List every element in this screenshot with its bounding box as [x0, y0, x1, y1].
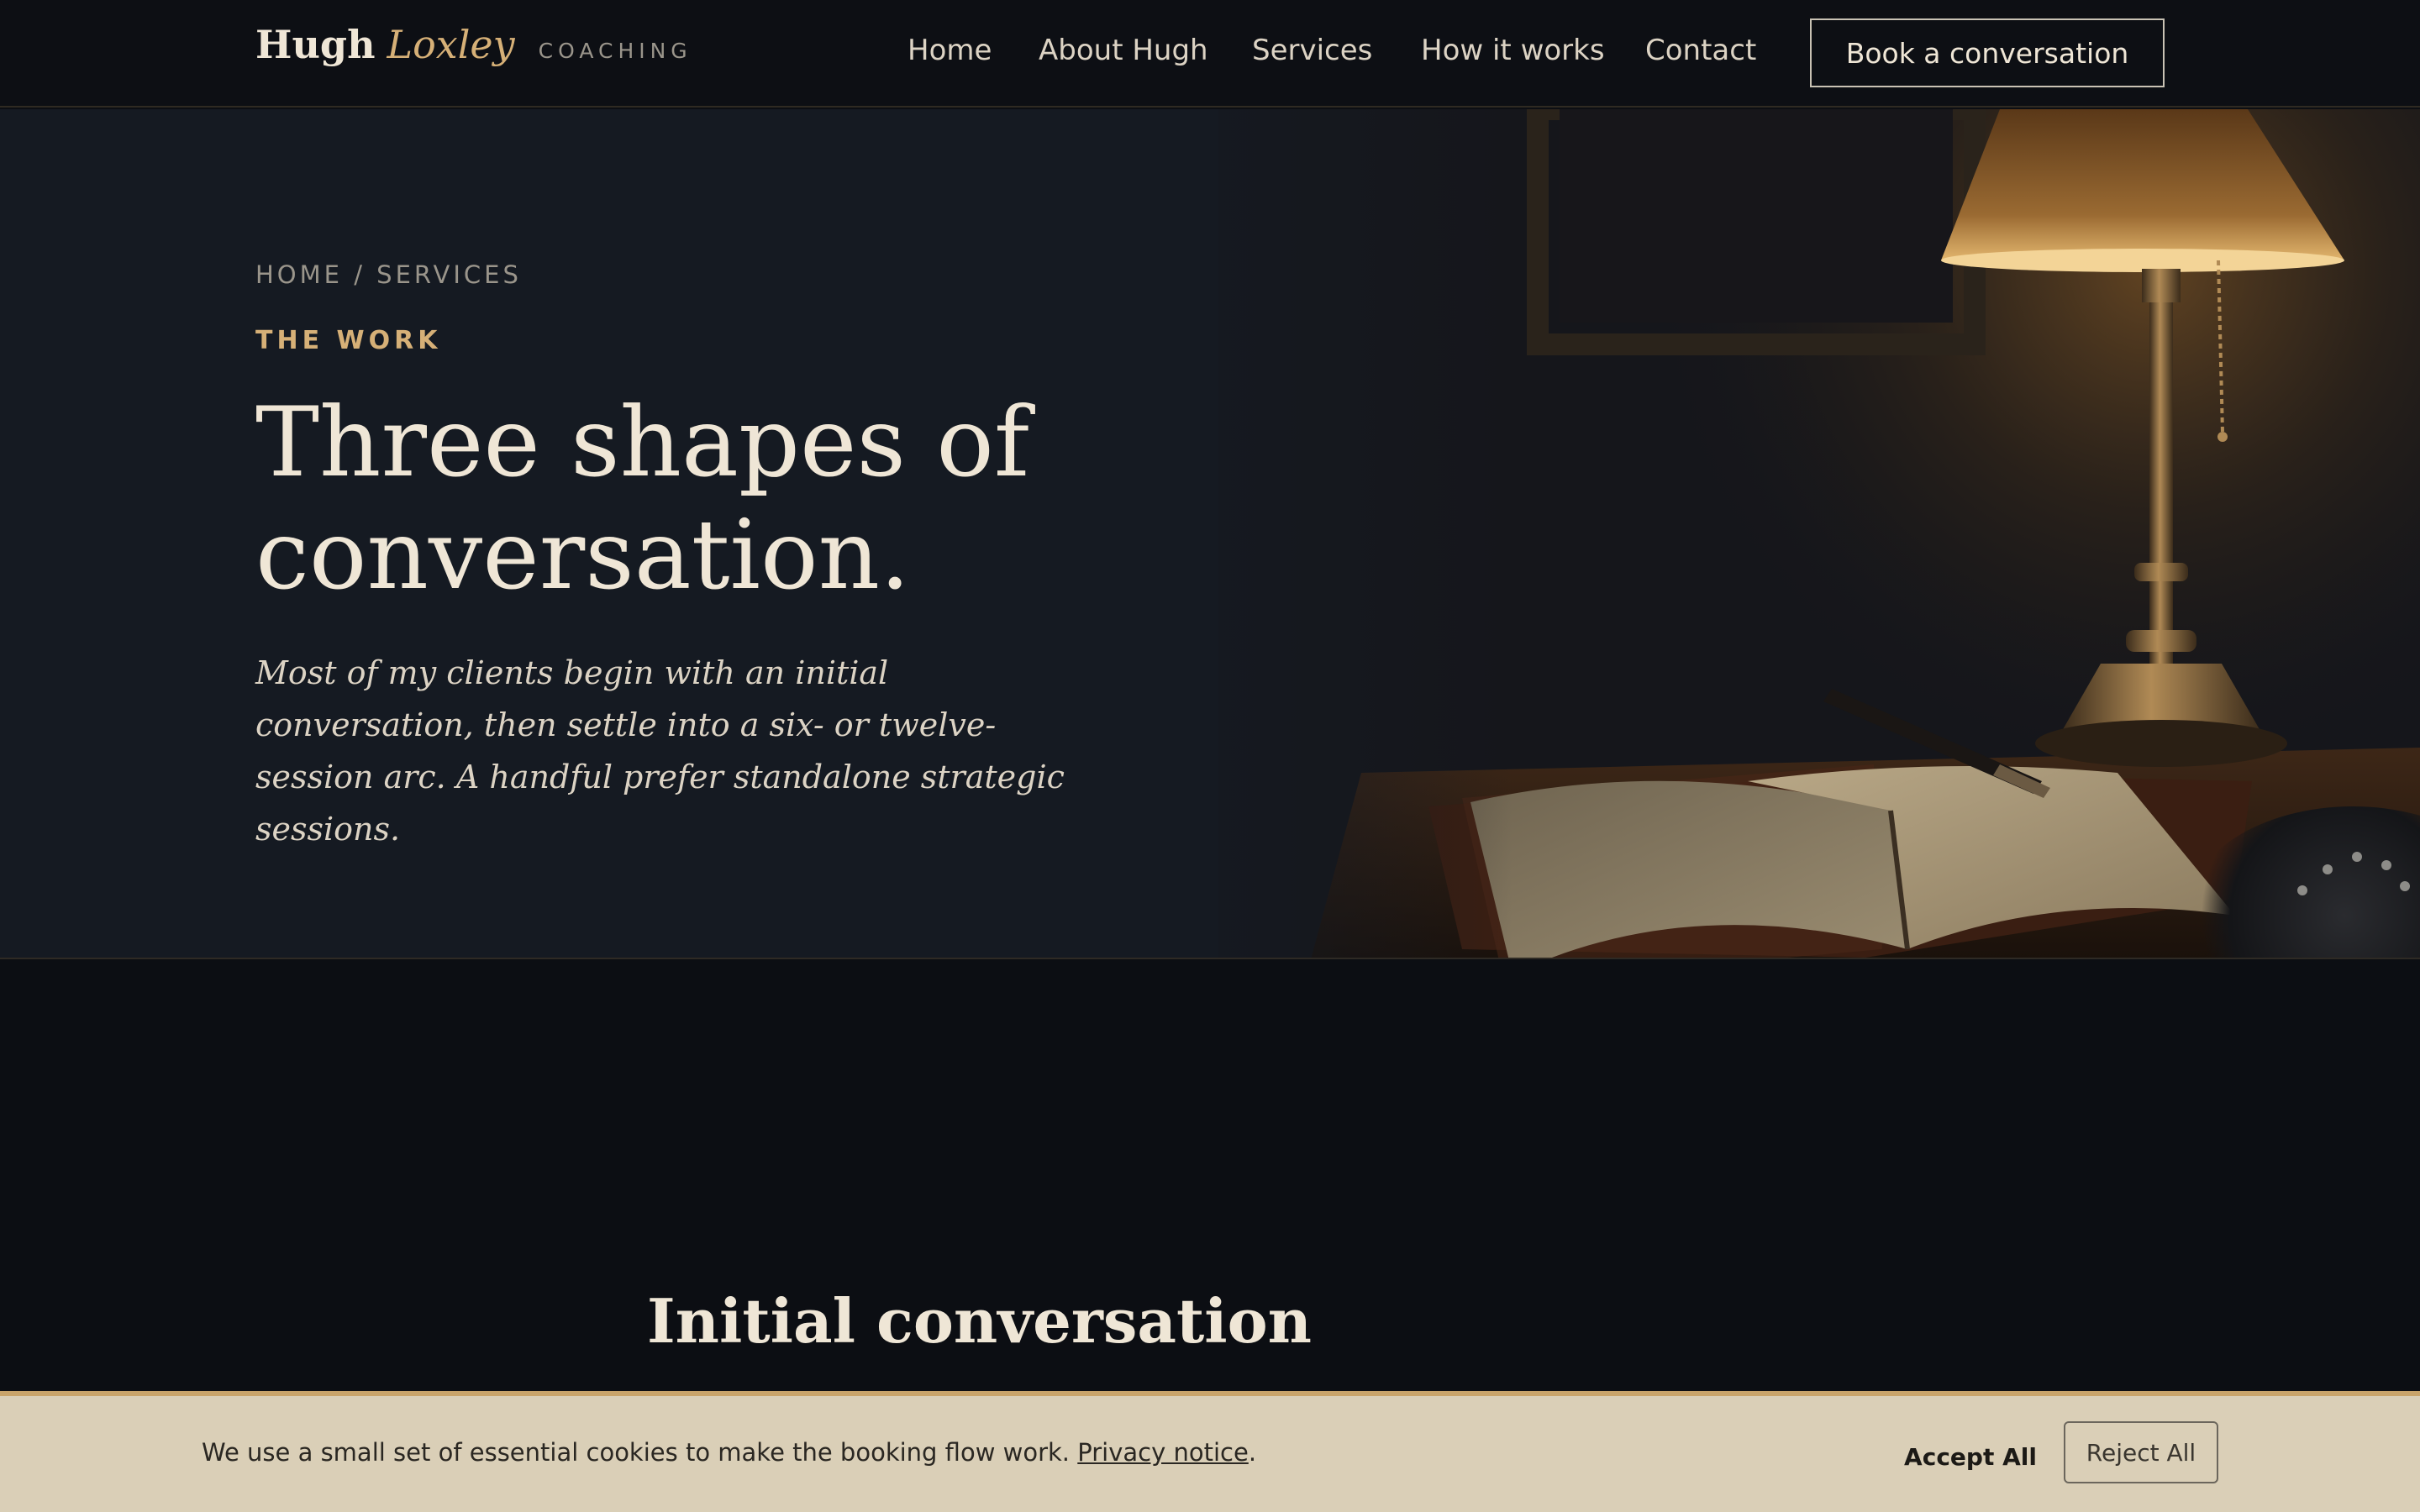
- hero-section: HOME / SERVICES THE WORK Three shapes of…: [0, 109, 2420, 959]
- site-header: Hugh Loxley COACHING Home About Hugh Ser…: [0, 0, 2420, 108]
- reject-all-button[interactable]: Reject All: [2064, 1421, 2218, 1483]
- section-eyebrow: THE WORK: [255, 326, 442, 355]
- brand-last-name: Loxley: [387, 22, 515, 67]
- cookie-banner: We use a small set of essential cookies …: [0, 1391, 2420, 1512]
- cookie-text: We use a small set of essential cookies …: [202, 1438, 1071, 1467]
- nav-item-contact[interactable]: Contact: [1645, 34, 1756, 67]
- nav-item-how-it-works[interactable]: How it works: [1421, 34, 1605, 67]
- accept-all-button[interactable]: Accept All: [1891, 1426, 2050, 1487]
- book-conversation-button[interactable]: Book a conversation: [1810, 18, 2165, 87]
- page-title: Three shapes of conversation.: [255, 386, 1030, 611]
- brand-tagline: COACHING: [538, 39, 692, 63]
- cookie-message: We use a small set of essential cookies …: [202, 1438, 1256, 1467]
- cookie-trailing-period: .: [1248, 1438, 1257, 1467]
- privacy-notice-link[interactable]: Privacy notice: [1077, 1438, 1249, 1467]
- hero-lede: Most of my clients begin with an initial…: [255, 654, 1065, 848]
- brand-first-name: Hugh: [255, 22, 376, 67]
- nav-item-about-hugh[interactable]: About Hugh: [1039, 34, 1208, 67]
- brand-logo[interactable]: Hugh Loxley COACHING: [255, 22, 692, 67]
- nav-item-services[interactable]: Services: [1252, 34, 1372, 67]
- service-title-initial-conversation: Initial conversation: [647, 1285, 1313, 1357]
- nav-item-home[interactable]: Home: [908, 34, 992, 67]
- breadcrumb: HOME / SERVICES: [255, 260, 522, 289]
